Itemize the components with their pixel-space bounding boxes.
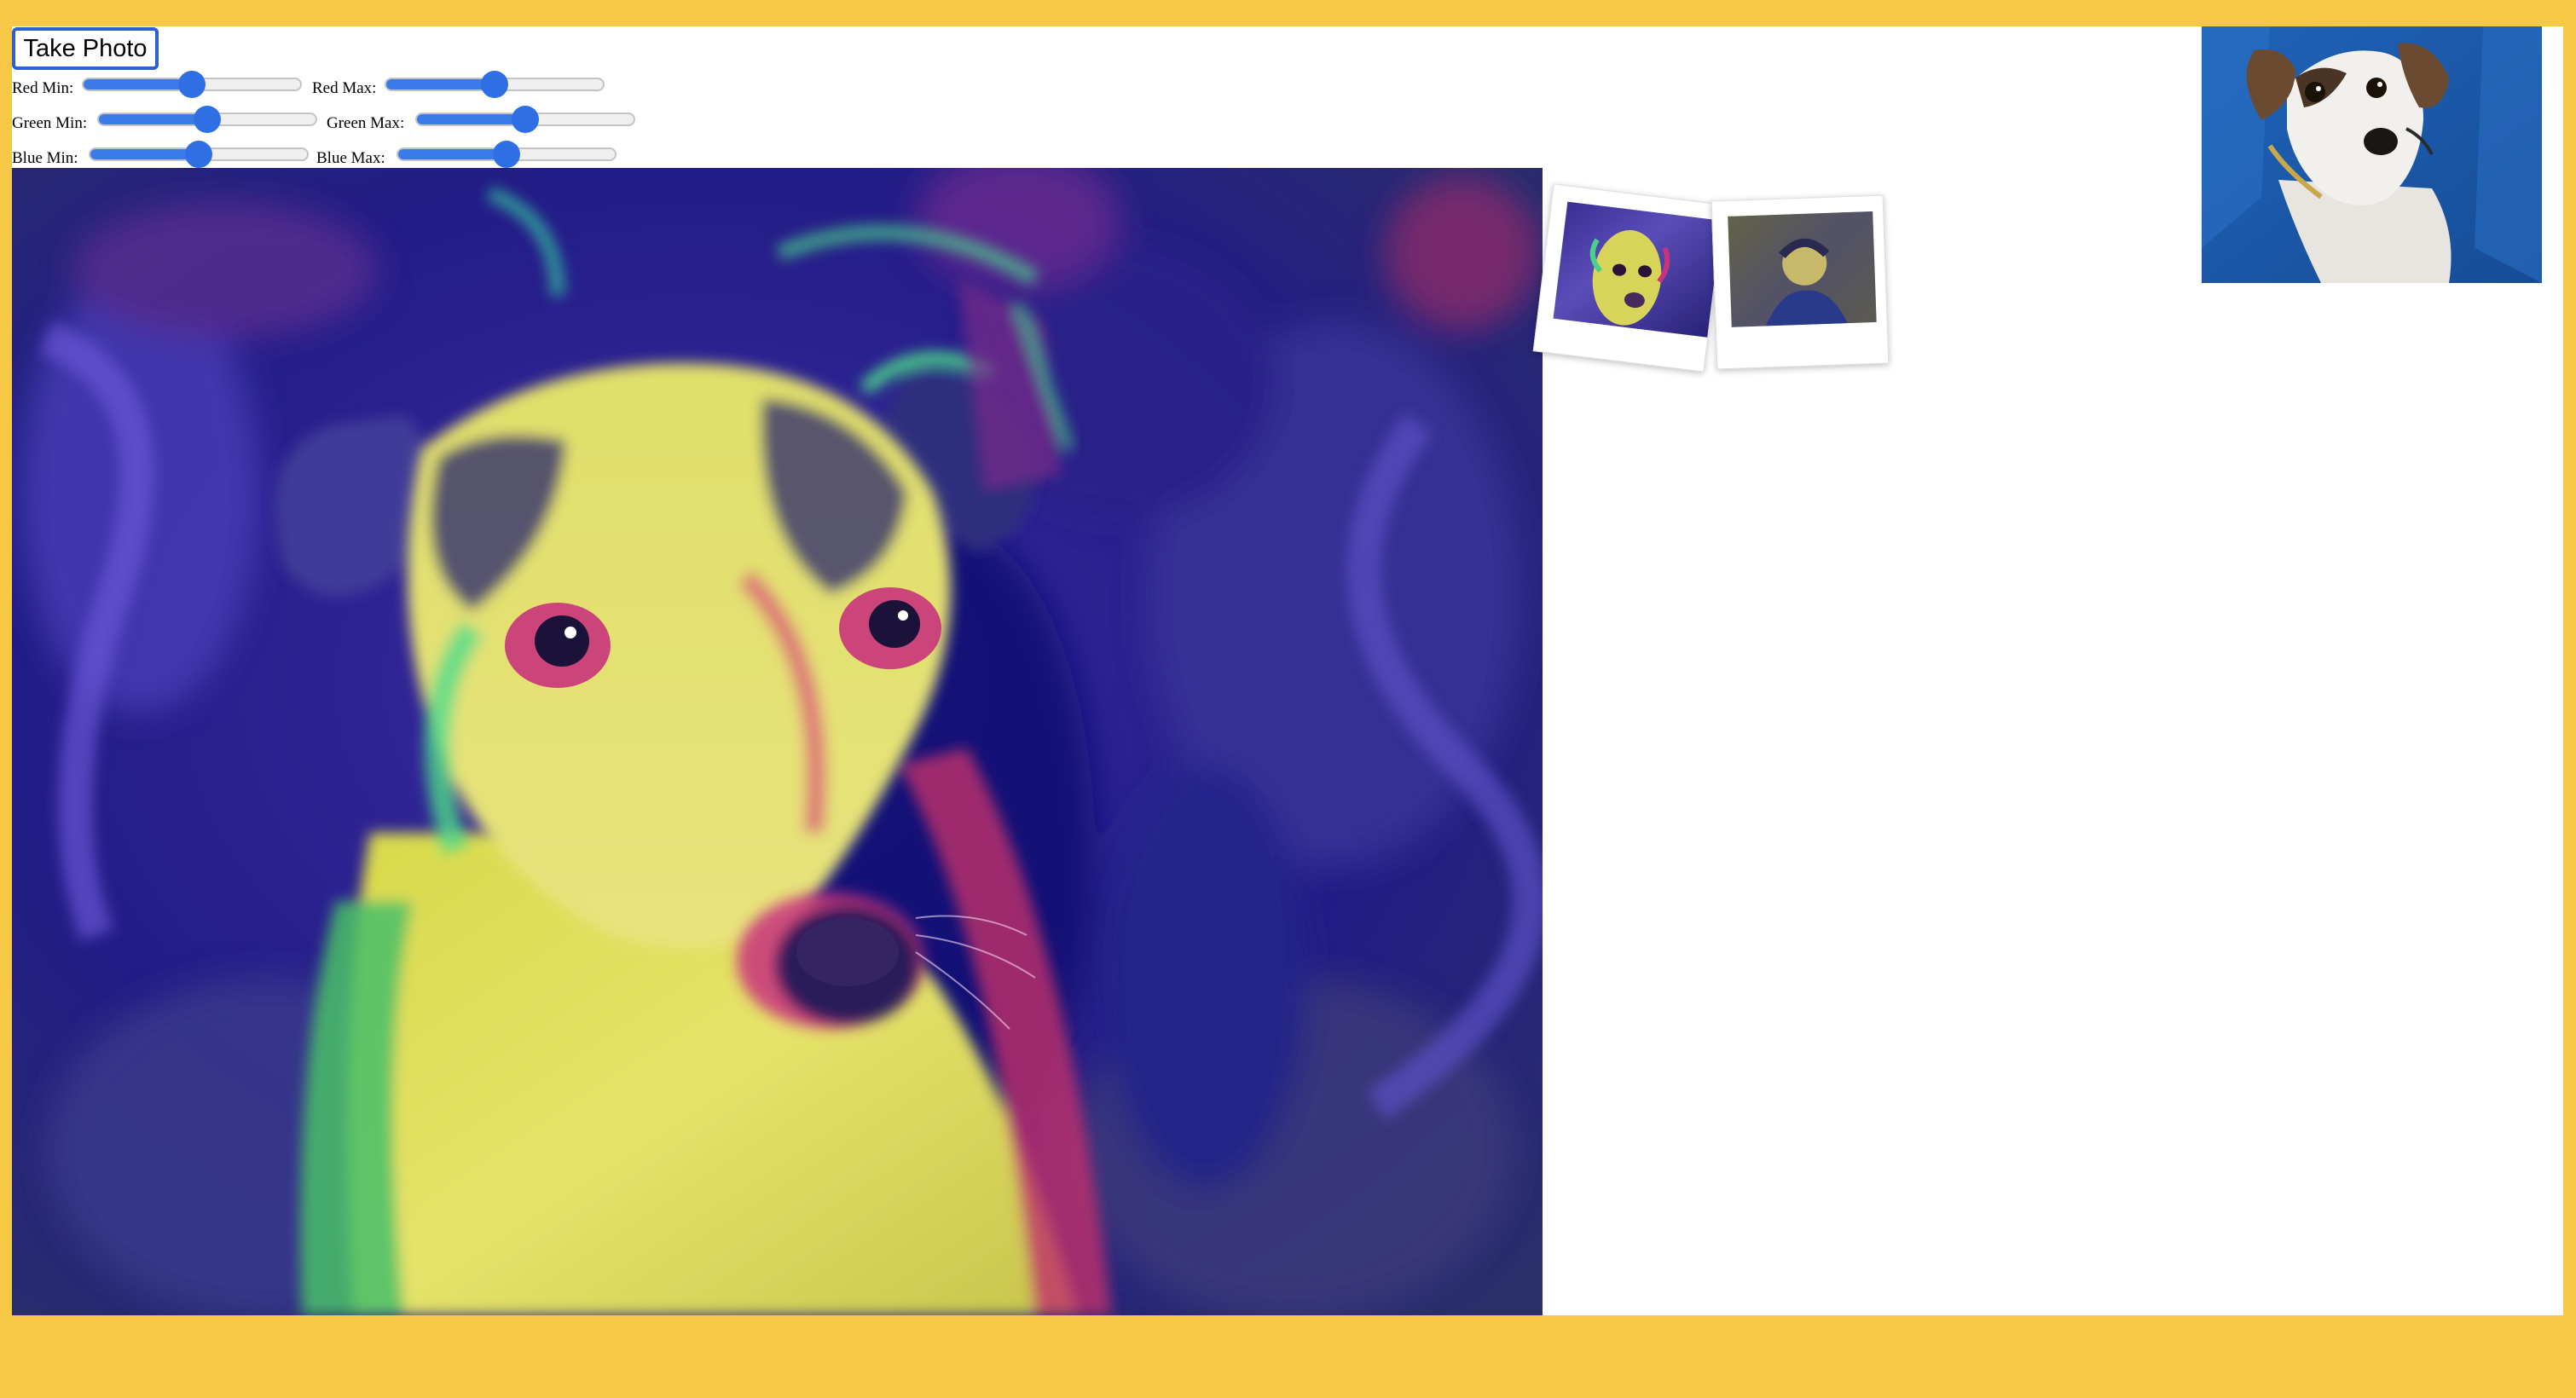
slider-thumb[interactable] [481,71,508,98]
slider-thumb[interactable] [512,106,539,133]
gallery-photo-dog[interactable] [1532,183,1725,373]
slider-fill [84,79,194,90]
gallery-photo-person[interactable] [1711,194,1890,370]
person-thumbnail-image [1728,211,1877,327]
red-min-slider[interactable] [82,66,302,103]
slider-fill [398,149,508,159]
gallery-photo-person-image [1728,211,1877,327]
green-min-label: Green Min: [12,114,88,132]
green-min-slider[interactable] [97,101,317,138]
slider-thumb[interactable] [194,106,221,133]
slider-fill [386,79,496,90]
processed-photo-canvas [12,168,1543,1315]
take-photo-button[interactable]: Take Photo [12,27,159,70]
green-max-label: Green Max: [327,114,405,132]
red-max-slider[interactable] [385,66,605,103]
dog-webcam-image [2202,26,2542,283]
dog-photo-image [12,168,1543,1315]
red-min-label: Red Min: [12,79,74,97]
slider-thumb[interactable] [493,141,520,168]
dog-thumbnail-image [1589,229,1670,326]
app-page: Take Photo Red Min: Red Max: Green Min: … [12,26,2563,1315]
slider-fill [90,149,200,159]
gallery-photo-dog-image [1553,201,1722,338]
webcam-preview [2202,26,2542,283]
slider-fill [417,114,527,124]
slider-thumb[interactable] [185,141,212,168]
slider-fill [99,114,209,124]
red-max-label: Red Max: [312,79,377,97]
green-max-slider[interactable] [415,101,635,138]
blue-max-label: Blue Max: [316,149,385,167]
slider-thumb[interactable] [178,71,206,98]
blue-min-label: Blue Min: [12,149,78,167]
